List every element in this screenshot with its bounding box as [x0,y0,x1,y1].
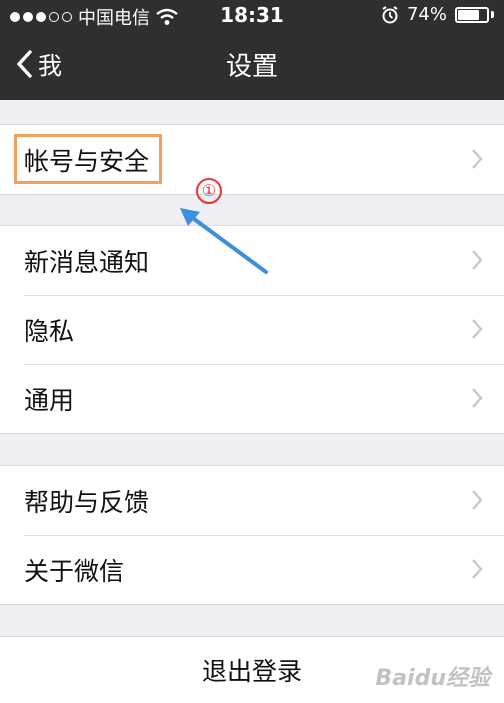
settings-item-label: 通用 [24,385,75,415]
navigation-bar: 我 设置 [0,32,504,100]
settings-item-help-feedback[interactable]: 帮助与反馈 [0,466,504,535]
settings-item-account-security[interactable]: 帐号与安全 [0,125,504,194]
chevron-right-icon [472,559,483,579]
settings-item-label: 关于微信 [24,556,125,586]
chevron-right-icon [472,388,483,408]
status-right: 74% [381,4,494,25]
settings-item-label: 帮助与反馈 [24,487,150,517]
top-bar: 中国电信 18:31 74% 我 设置 [0,0,504,100]
settings-item-label: 新消息通知 [24,247,150,277]
alarm-icon [382,5,398,23]
page-title: 设置 [225,52,278,82]
settings-item-general[interactable]: 通用 [0,364,504,433]
watermark: Baidu经验 [375,666,490,691]
chevron-right-icon [472,250,483,270]
battery-icon [455,6,494,23]
settings-item-label: 帐号与安全 [24,146,150,176]
chevron-right-icon [472,490,483,510]
settings-item-privacy[interactable]: 隐私 [0,295,504,364]
settings-item-about[interactable]: 关于微信 [0,535,504,604]
settings-item-label: 隐私 [24,316,75,346]
logout-label: 退出登录 [201,657,302,686]
settings-group-account: 帐号与安全 [0,124,504,195]
step-marker: ① [196,178,222,204]
chevron-right-icon [472,149,483,169]
pointer-arrow-icon [180,208,268,274]
settings-group-help: 帮助与反馈 关于微信 [0,465,504,605]
chevron-right-icon [472,319,483,339]
status-bar: 中国电信 18:31 74% [0,0,504,32]
battery-percent: 74% [406,4,447,25]
